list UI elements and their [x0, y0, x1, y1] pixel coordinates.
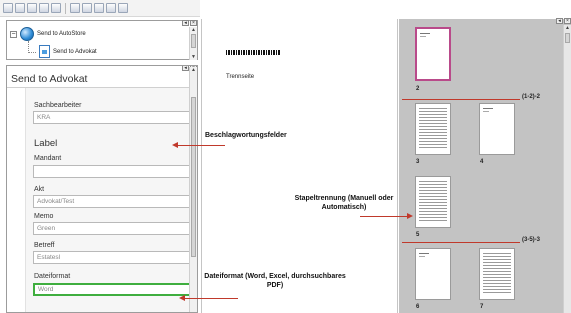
label-section-heading: Label	[34, 138, 58, 149]
thumbnail-page[interactable]	[415, 176, 451, 228]
thumbnail-label: 6	[416, 304, 420, 310]
document-icon	[39, 45, 50, 58]
barcode	[226, 50, 280, 55]
thumb-text	[419, 253, 429, 254]
tree-item-advokat[interactable]: Send to Advokat	[39, 45, 97, 58]
thumbnail-label: 7	[480, 304, 484, 310]
thumbnail-page[interactable]	[479, 248, 515, 300]
thumb-text	[419, 108, 447, 150]
akt-label: Akt	[34, 186, 45, 193]
tree-scroll-thumb[interactable]	[191, 34, 196, 48]
thumb-text	[419, 181, 447, 223]
workflow-tree-panel: ◂ × − Send to AutoStore Send to Advokat …	[6, 20, 198, 60]
toolbar-button-7[interactable]	[82, 3, 92, 13]
thumbnail-label: 2	[416, 86, 420, 92]
toolbar-button-1[interactable]	[3, 3, 13, 13]
thumb-text	[483, 253, 511, 295]
annotation-arrow-format	[179, 295, 238, 301]
document-preview: Trennseite	[201, 19, 398, 313]
akt-input[interactable]: Advokat/Test	[33, 195, 195, 208]
annotation-stack: Stapeltrennung (Manuell oder Automatisch…	[294, 195, 394, 211]
tree-scrollbar[interactable]: ▲ ▼	[189, 27, 197, 60]
thumb-text	[420, 36, 426, 37]
thumb-text	[420, 33, 430, 34]
trennseite-text: Trennseite	[226, 74, 255, 80]
thumbnail-label: 4	[480, 159, 484, 165]
toolbar-button-2[interactable]	[15, 3, 25, 13]
tree-connector-h	[28, 52, 36, 53]
thumbnail-page[interactable]	[415, 248, 451, 300]
toolbar-button-8[interactable]	[94, 3, 104, 13]
betreff-input[interactable]: Estatesl	[33, 251, 195, 264]
thumb-text	[419, 256, 425, 257]
annotation-arrow-fields	[172, 142, 225, 148]
tree-item-autostore[interactable]: − Send to AutoStore	[10, 27, 86, 41]
thumbnail-page[interactable]	[479, 103, 515, 155]
annotation-fields: Beschlagwortungsfelder	[205, 132, 287, 139]
toolbar	[0, 0, 200, 17]
betreff-label: Betreff	[34, 242, 55, 249]
separator-line	[402, 99, 520, 100]
pane-restore-icon[interactable]: ◂	[182, 20, 189, 26]
tree-item-autostore-label: Send to AutoStore	[37, 31, 86, 37]
thumbnail-page[interactable]	[415, 103, 451, 155]
thumb-text	[483, 108, 493, 109]
pane-restore-icon[interactable]: ◂	[556, 18, 563, 24]
toolbar-button-6[interactable]	[70, 3, 80, 13]
form-scroll-thumb[interactable]	[191, 97, 196, 257]
separator-label: (3-5)-3	[522, 237, 541, 243]
form-body: Sachbearbeiter KRA Label Mandant Akt Adv…	[25, 88, 197, 312]
toolbar-button-4[interactable]	[39, 3, 49, 13]
toolbar-button-10[interactable]	[118, 3, 128, 13]
scroll-up-icon[interactable]: ▲	[564, 25, 571, 31]
collapse-icon[interactable]: −	[10, 30, 17, 38]
thumbnail-label: 5	[416, 232, 420, 238]
scroll-down-icon[interactable]: ▼	[190, 54, 197, 60]
separator-label: (1-2)-2	[522, 94, 541, 100]
dateiformat-input[interactable]: Word	[33, 283, 195, 296]
thumbnail-page[interactable]	[415, 27, 451, 81]
pane-close-icon[interactable]: ×	[190, 20, 197, 26]
sachbearbeiter-label: Sachbearbeiter	[34, 102, 82, 109]
sachbearbeiter-input[interactable]: KRA	[33, 111, 195, 124]
separator-line	[402, 242, 520, 243]
annotation-arrow-stack	[360, 213, 413, 219]
mandant-input[interactable]	[33, 165, 195, 178]
pane-close-icon[interactable]: ×	[564, 18, 571, 24]
tree-pane-controls: ◂ ×	[182, 20, 197, 26]
dateiformat-label: Dateiformat	[34, 273, 71, 280]
scroll-up-icon[interactable]: ▲	[190, 27, 197, 33]
thumb-scrollbar[interactable]: ▲	[563, 25, 571, 313]
form-scrollbar[interactable]: ▲	[189, 67, 197, 312]
toolbar-button-3[interactable]	[27, 3, 37, 13]
form-title: Send to Advokat	[11, 73, 88, 85]
pane-restore-icon[interactable]: ◂	[182, 66, 189, 71]
thumb-text	[483, 111, 489, 112]
toolbar-button-5[interactable]	[51, 3, 61, 13]
mandant-label: Mandant	[34, 155, 62, 162]
toolbar-button-9[interactable]	[106, 3, 116, 13]
tree-item-advokat-label: Send to Advokat	[53, 48, 97, 55]
thumb-scroll-thumb[interactable]	[565, 33, 570, 43]
memo-label: Memo	[34, 213, 54, 220]
globe-icon	[20, 27, 34, 41]
toolbar-separator	[65, 2, 66, 14]
scroll-up-icon[interactable]: ▲	[190, 67, 197, 73]
thumb-pane-controls: ◂ ×	[556, 18, 571, 24]
index-form-panel: ◂ × Send to Advokat Sachbearbeiter KRA L…	[6, 65, 198, 313]
thumbnail-label: 3	[416, 159, 420, 165]
memo-input[interactable]: Green	[33, 222, 195, 235]
thumbnail-pane: ◂ × ▲ 2 (1-2)-2 3 4 5 (3-5)-3 6 7	[399, 18, 571, 313]
annotation-format: Dateiformat (Word, Excel, durchsuchbares…	[204, 273, 346, 289]
